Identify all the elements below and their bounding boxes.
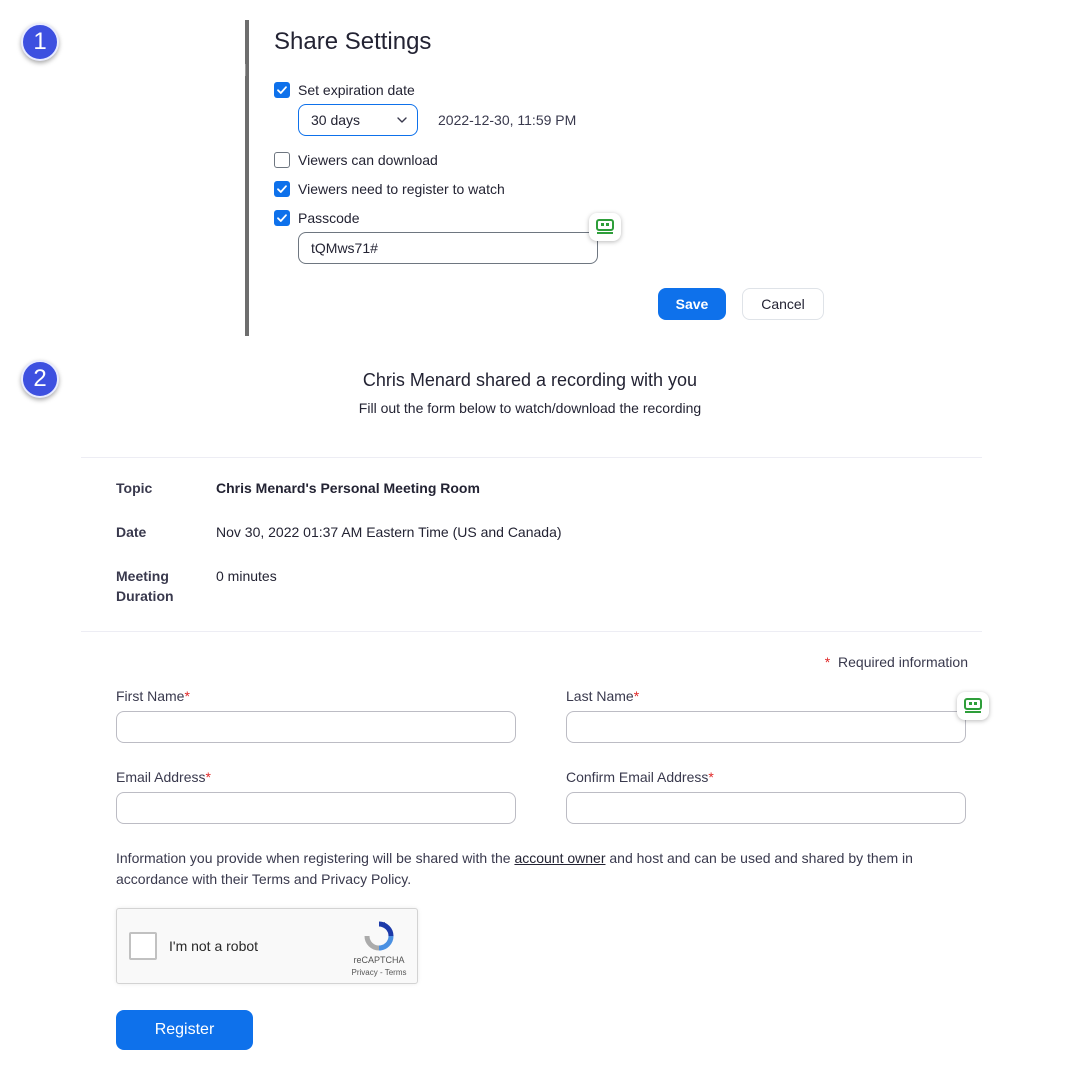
recording-share-subtitle: Fill out the form below to watch/downloa…: [358, 400, 702, 416]
checkmark-icon: [277, 214, 287, 222]
topic-value: Chris Menard's Personal Meeting Room: [216, 480, 480, 496]
recaptcha-logo-icon: [364, 921, 394, 951]
register-button[interactable]: Register: [116, 1010, 253, 1050]
chevron-down-icon: [397, 117, 407, 123]
last-name-input[interactable]: [566, 711, 966, 743]
password-manager-icon[interactable]: [589, 213, 621, 241]
confirm-email-label-text: Confirm Email Address: [566, 769, 709, 785]
password-manager-glyph-icon: [596, 219, 614, 234]
email-input[interactable]: [116, 792, 516, 824]
expiration-datetime: 2022-12-30, 11:59 PM: [438, 112, 577, 128]
passcode-label: Passcode: [298, 210, 360, 226]
viewers-download-checkbox[interactable]: [274, 152, 290, 168]
topic-label: Topic: [116, 480, 153, 496]
required-star: *: [708, 769, 714, 785]
viewers-register-label: Viewers need to register to watch: [298, 181, 505, 197]
checkmark-icon: [277, 185, 287, 193]
email-label: Email Address*: [116, 769, 211, 785]
first-name-input[interactable]: [116, 711, 516, 743]
password-manager-glyph-icon: [964, 698, 982, 713]
viewers-register-checkbox[interactable]: [274, 181, 290, 197]
required-note-text: Required information: [838, 654, 968, 670]
details-top-divider: [81, 457, 982, 458]
save-button[interactable]: Save: [658, 288, 726, 320]
recording-share-title: Chris Menard shared a recording with you: [362, 370, 698, 390]
recaptcha-label: I'm not a robot: [169, 938, 259, 954]
expiration-select[interactable]: 30 days: [298, 104, 418, 136]
date-value: Nov 30, 2022 01:37 AM Eastern Time (US a…: [216, 524, 562, 540]
duration-value: 0 minutes: [216, 568, 277, 584]
recaptcha-checkbox[interactable]: [129, 932, 157, 960]
expiration-select-value: 30 days: [311, 112, 361, 128]
recaptcha-widget: I'm not a robot reCAPTCHA Privacy - Term…: [116, 908, 418, 984]
expiration-label: Set expiration date: [298, 82, 415, 98]
date-label: Date: [116, 524, 147, 540]
first-name-label: First Name*: [116, 688, 190, 704]
required-note: * Required information: [825, 654, 968, 670]
recaptcha-brand: reCAPTCHA: [353, 955, 405, 965]
confirm-email-label: Confirm Email Address*: [566, 769, 714, 785]
details-bottom-divider: [81, 631, 982, 632]
checkmark-icon: [277, 86, 287, 94]
expiration-checkbox[interactable]: [274, 82, 290, 98]
disclaimer-text-start: Information you provide when registering…: [116, 850, 515, 866]
duration-label: Meeting Duration: [116, 566, 174, 606]
privacy-disclaimer: Information you provide when registering…: [116, 848, 976, 890]
first-name-label-text: First Name: [116, 688, 185, 704]
required-star: *: [205, 769, 211, 785]
required-star: *: [184, 688, 190, 704]
step-1-badge: 1: [21, 23, 59, 61]
duration-label-line1: Meeting: [116, 568, 169, 584]
panel-border-tick: [245, 64, 254, 76]
email-label-text: Email Address: [116, 769, 206, 785]
confirm-email-input[interactable]: [566, 792, 966, 824]
account-owner-link[interactable]: account owner: [514, 850, 605, 866]
last-name-label-text: Last Name: [566, 688, 634, 704]
cancel-button[interactable]: Cancel: [742, 288, 824, 320]
passcode-checkbox[interactable]: [274, 210, 290, 226]
step-1-number: 1: [33, 28, 47, 55]
required-star: *: [824, 654, 831, 670]
viewers-download-label: Viewers can download: [298, 152, 438, 168]
passcode-value: tQMws71#: [311, 240, 378, 256]
last-name-label: Last Name*: [566, 688, 639, 704]
required-star: *: [633, 688, 640, 704]
password-manager-icon[interactable]: [957, 692, 989, 720]
passcode-input[interactable]: tQMws71#: [298, 232, 598, 264]
duration-label-line2: Duration: [116, 588, 174, 604]
recaptcha-privacy-terms[interactable]: Privacy - Terms: [339, 968, 419, 977]
share-settings-title: Share Settings: [274, 28, 432, 55]
